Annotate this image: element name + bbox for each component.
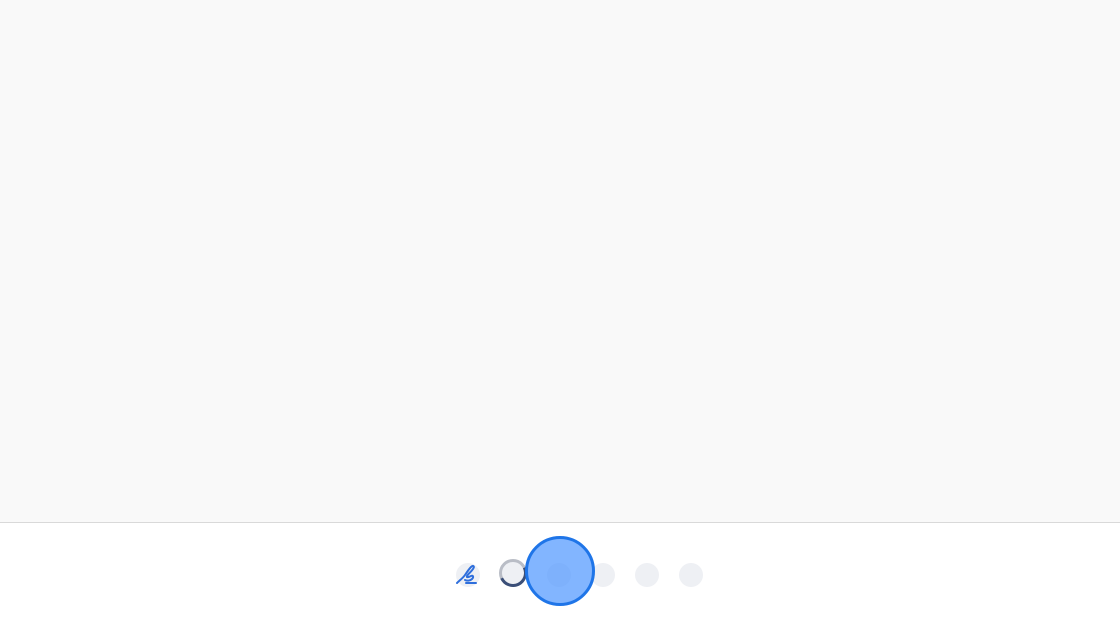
loading-spinner-icon (495, 555, 531, 591)
signature-icon (456, 564, 477, 584)
tool-button-6[interactable] (679, 563, 703, 587)
tool-button-5[interactable] (635, 563, 659, 587)
tool-button-3[interactable] (547, 563, 571, 587)
bottom-toolbar (0, 523, 1120, 626)
signature-tool-button[interactable] (456, 563, 480, 587)
drawing-canvas[interactable] (0, 0, 1120, 523)
tool-button-4[interactable] (591, 563, 615, 587)
spinner-arc (495, 555, 531, 591)
